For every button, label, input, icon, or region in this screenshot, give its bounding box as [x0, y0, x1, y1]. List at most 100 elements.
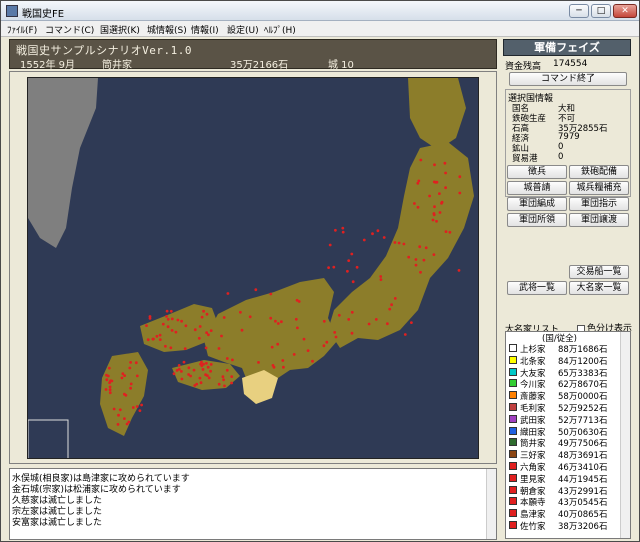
- clan-name: 大友家: [520, 368, 546, 379]
- clan-row[interactable]: 毛利家 52万9252石: [508, 402, 620, 414]
- castle-marker: [422, 258, 426, 262]
- castle-marker: [217, 382, 221, 386]
- clan-list[interactable]: (国/従全) 上杉家 88万1686石 北条家 84万1200石 大友家 65万3383石…: [505, 331, 631, 539]
- clan-row[interactable]: 斎藤家 58万0000石: [508, 390, 620, 403]
- clan-name: 北条家: [520, 356, 546, 367]
- log-scrollbar[interactable]: [486, 469, 496, 539]
- castle-marker: [435, 219, 438, 223]
- conscript-button[interactable]: 徴兵: [507, 165, 567, 179]
- province-row: 鉱山 0: [512, 142, 564, 154]
- castle-marker: [205, 361, 208, 365]
- clan-name: 三好家: [520, 451, 546, 462]
- province-row: 石高 35万2855石: [512, 124, 608, 134]
- castle-marker: [333, 331, 337, 334]
- clan-row[interactable]: 北条家 84万1200石: [508, 355, 620, 367]
- daimyo-list-button[interactable]: 大名家一覧: [569, 281, 629, 295]
- clan-koku: 58万0000石: [558, 392, 608, 403]
- castle-marker: [205, 312, 209, 316]
- map-canvas[interactable]: [28, 78, 479, 459]
- clan-color-swatch: [509, 473, 517, 482]
- castle-marker: [198, 325, 202, 328]
- clan-name: 朝倉家: [520, 486, 546, 497]
- castle-marker: [166, 325, 170, 329]
- menu-castle-info[interactable]: 城情報(S): [147, 23, 187, 36]
- generals-list-button[interactable]: 武将一覧: [507, 281, 567, 295]
- castle-marker: [276, 342, 280, 346]
- castle-marker: [433, 163, 436, 167]
- close-button[interactable]: ✕: [613, 4, 637, 18]
- castle-supply-button[interactable]: 城兵糧補充: [569, 181, 629, 195]
- castle-marker: [106, 374, 110, 378]
- castle-repair-button[interactable]: 城普請: [507, 181, 567, 195]
- castle-marker: [432, 212, 436, 215]
- clan-row[interactable]: 六角家 46万3410石: [508, 461, 620, 473]
- menu-province-select[interactable]: 国選択(K): [100, 23, 140, 36]
- menu-help[interactable]: ﾍﾙﾌﾟ(H): [264, 23, 296, 36]
- map-frame: [9, 71, 497, 464]
- menu-settings[interactable]: 設定(U): [227, 23, 259, 36]
- corps-form-button[interactable]: 軍団編成: [507, 197, 567, 211]
- castle-marker: [332, 265, 336, 269]
- minimize-button[interactable]: ─: [569, 4, 589, 18]
- clan-name: 織田家: [520, 427, 546, 438]
- clan-row[interactable]: 武田家 52万7713石: [508, 414, 620, 426]
- castle-marker: [280, 320, 283, 324]
- end-command-button[interactable]: コマンド終了: [509, 72, 627, 86]
- castle-marker: [434, 180, 437, 184]
- castle-marker: [350, 252, 354, 256]
- castle-marker: [135, 405, 139, 408]
- clan-row[interactable]: 里見家 44万1945石: [508, 473, 620, 485]
- clan-row[interactable]: 本願寺 43万0545石: [508, 496, 620, 508]
- corps-order-button[interactable]: 軍団指示: [569, 197, 629, 211]
- castle-marker: [254, 288, 258, 292]
- clan-color-swatch: [509, 509, 517, 518]
- clan-color-swatch: [509, 521, 517, 529]
- clan-color-swatch: [509, 426, 517, 435]
- castle-marker: [202, 309, 206, 313]
- corps-transfer-button[interactable]: 軍団譲渡: [569, 213, 629, 227]
- castle-marker: [108, 388, 112, 392]
- japan-map[interactable]: [27, 77, 479, 459]
- castle-marker: [362, 238, 366, 242]
- castle-marker: [327, 266, 330, 269]
- clan-list-scrollbar[interactable]: [620, 332, 630, 538]
- clan-row[interactable]: 上杉家 88万1686石: [508, 343, 620, 355]
- deploy-guns-button[interactable]: 鉄砲配備: [569, 165, 629, 179]
- castle-marker: [388, 307, 392, 311]
- castle-marker: [393, 297, 397, 300]
- trade-ships-button[interactable]: 交易船一覧: [569, 265, 629, 279]
- castle-marker: [207, 333, 210, 337]
- castle-marker: [202, 362, 205, 366]
- menu-command[interactable]: コマンド(C): [45, 23, 94, 36]
- menu-info[interactable]: 情報(I): [191, 23, 219, 36]
- clan-name: 里見家: [520, 474, 546, 485]
- maximize-button[interactable]: □: [591, 4, 611, 18]
- castle-marker: [222, 316, 226, 319]
- castle-marker: [248, 315, 252, 319]
- castle-marker: [180, 319, 184, 323]
- clan-row[interactable]: 今川家 62万8670石: [508, 378, 620, 390]
- clan-color-swatch: [509, 485, 517, 494]
- clan-row[interactable]: 筒井家 49万7506石: [508, 437, 620, 449]
- castle-marker: [376, 229, 380, 233]
- castle-marker: [431, 218, 435, 222]
- castle-marker: [424, 246, 428, 250]
- clan-row[interactable]: 朝倉家 43万2991石: [508, 485, 620, 497]
- castle-marker: [169, 309, 173, 313]
- castle-marker: [170, 329, 174, 332]
- title-bar[interactable]: 戦国史FE ─ □ ✕: [1, 1, 639, 21]
- clan-row[interactable]: 佐竹家 38万3206石: [508, 520, 620, 532]
- castle-marker: [121, 372, 125, 376]
- castle-marker: [294, 317, 298, 321]
- clan-row[interactable]: 大友家 65万3383石: [508, 367, 620, 379]
- clan-row[interactable]: 島津家 40万0865石: [508, 508, 620, 520]
- clan-row[interactable]: 織田家 50万0630石: [508, 426, 620, 438]
- castle-marker: [123, 417, 126, 420]
- castle-marker: [322, 319, 326, 323]
- menu-file[interactable]: ﾌｧｲﾙ(F): [7, 23, 37, 36]
- castle-marker: [158, 333, 162, 337]
- castle-marker: [355, 265, 359, 269]
- clan-row[interactable]: 三好家 48万3691石: [508, 449, 620, 462]
- castle-marker: [337, 313, 341, 317]
- corps-territory-button[interactable]: 軍団所領: [507, 213, 567, 227]
